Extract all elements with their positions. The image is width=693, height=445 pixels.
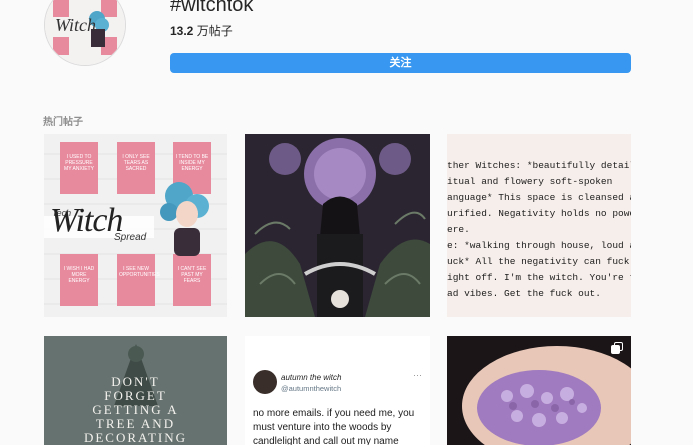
post-tile-witches-text[interactable]: ther Witches: *beautifully detail itual … (447, 134, 631, 317)
multiple-photos-icon (611, 342, 623, 354)
post-image (245, 134, 430, 317)
avatar-witch-text: Witch (55, 15, 96, 35)
post3-line-8: ight off. I'm the witch. You're t (447, 272, 631, 283)
hashtag-avatar: Witch (44, 0, 126, 66)
post3-line-7: uck* All the negativity can fuck (447, 256, 630, 267)
post-count: 13.2 万帖子 (170, 22, 233, 39)
post1-spread-text: Spread (114, 232, 147, 243)
post3-line-1: ther Witches: *beautifully detail (447, 160, 631, 171)
post3-line-9: ad vibes. Get the fuck out. (447, 288, 601, 299)
post-tile-amethyst[interactable] (447, 336, 631, 445)
post1-card-6: I CAN'T SEE PAST MY FEARS (177, 266, 207, 284)
post3-line-2: itual and flowery soft-spoken (447, 176, 613, 187)
post1-witch-text: Witch (50, 202, 123, 239)
tweet-text-line-2: must venture into the woods by (253, 422, 392, 433)
tweet-author-name: autumn the witch (281, 373, 342, 382)
post-tile-dont-forget[interactable]: DON'T FORGET GETTING A TREE AND DECORATI… (44, 336, 227, 445)
post1-card-5: I SEE NEW OPPORTUNITIES (119, 266, 160, 278)
follow-button[interactable]: 关注 (170, 53, 631, 73)
tweet-text-line-3: candlelight and call out my name (253, 436, 399, 445)
post-tile-moon-witch-photo[interactable] (245, 134, 430, 317)
post-tile-tweet[interactable]: autumn the witch @autumnthewitch ··· no … (245, 336, 430, 445)
post3-line-3: anguage* This space is cleansed a (447, 192, 631, 203)
post1-card-2: I ONLY SEE TEARS AS SACRED (122, 154, 150, 172)
post-tile-tech-witch-spread[interactable]: Tech Witch Spread I USED TO PRESSURE MY … (44, 134, 227, 317)
post1-card-3: I TEND TO BE INSIDE MY ENERGY (175, 154, 209, 172)
tweet-author-handle: @autumnthewitch (281, 384, 342, 393)
tweet-text-line-1: no more emails. if you need me, you (253, 408, 415, 419)
post3-line-5: ere. (447, 224, 470, 235)
post1-card-4: I WISH I HAD MORE ENERGY (63, 266, 95, 284)
section-top-posts-label: 热门帖子 (43, 117, 83, 128)
post-image (447, 336, 631, 445)
post3-line-6: e: *walking through house, loud a (447, 240, 631, 251)
post-count-value: 13.2 (170, 24, 194, 38)
post4-line-5: DECORATING (83, 430, 188, 445)
post3-line-4: urified. Negativity holds no powe (447, 208, 631, 219)
tweet-avatar (253, 370, 277, 394)
post-count-unit: 万帖子 (196, 24, 233, 38)
tweet-more-icon: ··· (413, 370, 422, 380)
hashtag-title: #witchtok (170, 0, 254, 16)
post1-card-1: I USED TO PRESSURE MY ANXIETY (64, 154, 94, 172)
